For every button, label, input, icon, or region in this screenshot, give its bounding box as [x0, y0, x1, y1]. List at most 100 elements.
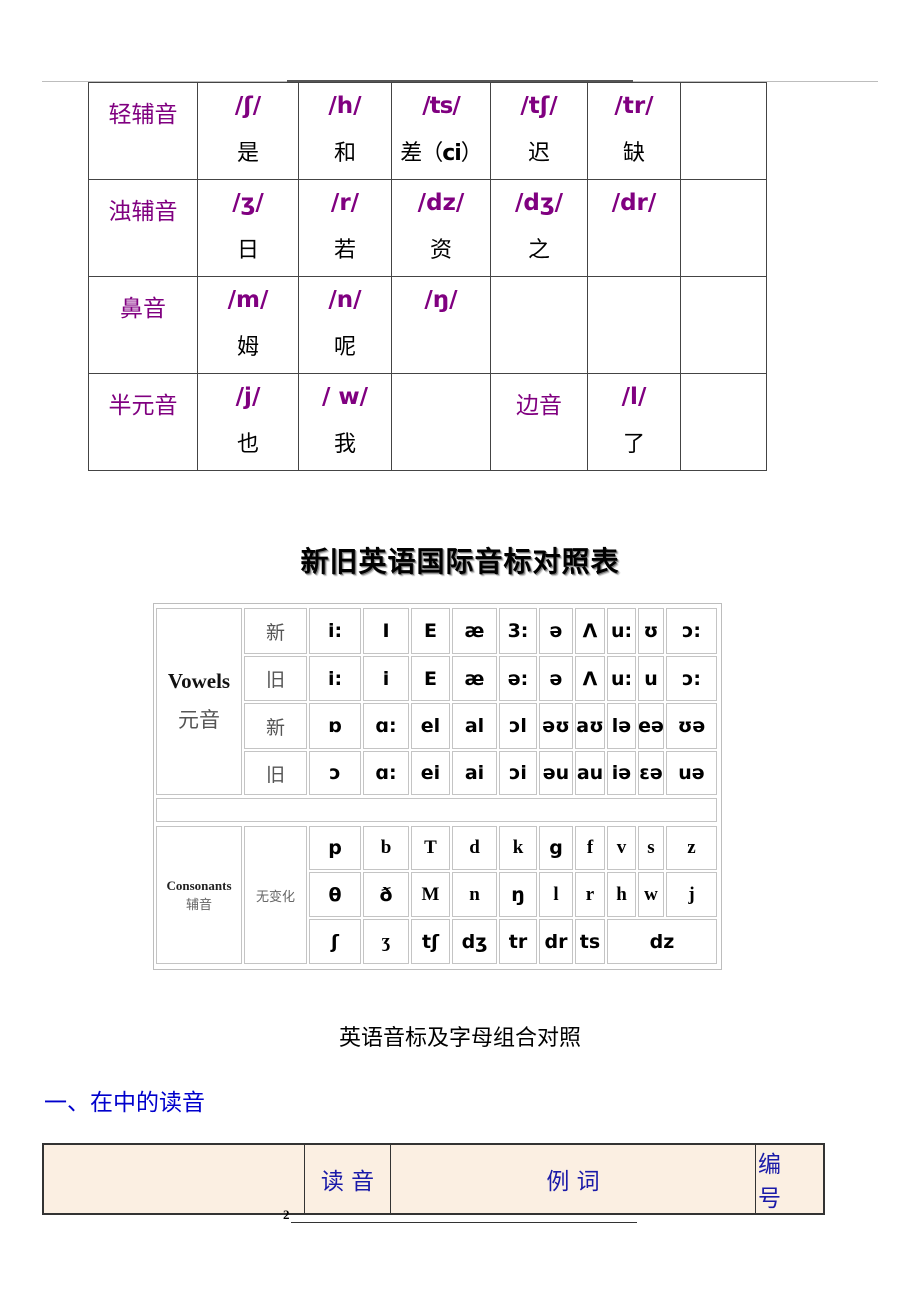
phonetic-symbol — [681, 277, 766, 325]
consonant-cell: /ʒ/日 — [197, 179, 299, 277]
consonant-symbol: d — [452, 826, 497, 870]
vowel-symbol: Λ — [575, 608, 605, 654]
consonant-category-cell: 鼻音 — [88, 276, 198, 374]
vowel-symbol: ə — [539, 608, 573, 654]
vowel-symbol: E — [411, 656, 450, 701]
example-character: 是 — [198, 131, 298, 167]
consonant-cell: /n/呢 — [298, 276, 392, 374]
example-character: 呢 — [299, 325, 391, 361]
phonetic-symbol: /r/ — [330, 190, 360, 216]
consonant-symbol: b — [363, 826, 409, 870]
words-header-examples: 例 词 — [390, 1143, 756, 1215]
consonant-category: 边音 — [516, 393, 562, 419]
vowel-symbol: u — [638, 656, 664, 701]
example-character: 姆 — [198, 325, 298, 361]
words-table: 读 音 例 词 编号 — [42, 1143, 825, 1215]
consonant-table: 轻辅音/ʃ/是/h/和/ts/差（ci）/tʃ/迟/tr/缺浊辅音/ʒ/日/r/… — [88, 82, 767, 471]
consonant-symbol: M — [411, 872, 450, 917]
old-label: 旧 — [244, 656, 307, 701]
consonant-row: 鼻音/m/姆/n/呢/ŋ/ — [88, 276, 767, 374]
consonant-cell — [680, 373, 767, 471]
consonant-symbol: v — [607, 826, 636, 870]
vowel-symbol: i — [363, 656, 409, 701]
consonant-cell: /tr/缺 — [587, 82, 681, 180]
words-table-header-row: 读 音 例 词 编号 — [42, 1143, 825, 1215]
vowel-symbol: al — [452, 703, 497, 749]
consonant-cell: /dr/ — [587, 179, 681, 277]
consonant-category-cell: 浊辅音 — [88, 179, 198, 277]
phonetic-symbol: /ŋ/ — [424, 287, 458, 313]
vowel-symbol: ɑ: — [363, 751, 409, 795]
example-text: 了 — [622, 432, 645, 457]
section-heading: 一、在中的读音 — [44, 1090, 205, 1116]
vowel-symbol: ɔi — [499, 751, 537, 795]
example-character — [392, 422, 490, 426]
consonant-category-cell: 半元音 — [88, 373, 198, 471]
phonetic-symbol: / w/ — [321, 384, 369, 410]
consonant-cell: /l/了 — [587, 373, 681, 471]
vowel-symbol: ei — [411, 751, 450, 795]
phonetic-symbol: /dʒ/ — [515, 190, 563, 216]
example-character — [491, 325, 587, 329]
example-text: 迟 — [527, 141, 550, 166]
phonetic-symbol — [588, 277, 680, 325]
consonant-row: 轻辅音/ʃ/是/h/和/ts/差（ci）/tʃ/迟/tr/缺 — [88, 82, 767, 180]
example-text: 缺 — [622, 141, 645, 166]
consonant-cell — [680, 179, 767, 277]
vowel-symbol: ɔ — [309, 751, 361, 795]
example-character: 差（ci） — [392, 131, 490, 167]
phonetic-symbol — [681, 83, 766, 131]
example-character — [681, 325, 766, 329]
consonants-label-zh: 辅音 — [185, 897, 212, 913]
consonant-symbol: ð — [363, 872, 409, 917]
words-header-blank — [42, 1143, 305, 1215]
consonant-cell: /m/姆 — [197, 276, 299, 374]
example-pinyin: ci — [442, 141, 462, 166]
phonetic-symbol: /n/ — [328, 287, 362, 313]
vowel-symbol: ə: — [499, 656, 537, 701]
consonant-cell: /dʒ/之 — [490, 179, 588, 277]
example-character — [588, 325, 680, 329]
words-header-pronunciation: 读 音 — [304, 1143, 391, 1215]
vowel-symbol: ɔl — [499, 703, 537, 749]
example-character — [681, 228, 766, 232]
example-text: 资 — [429, 238, 452, 263]
consonant-symbol: f — [575, 826, 605, 870]
consonant-cell: /ŋ/ — [391, 276, 491, 374]
no-change-label: 无变化 — [244, 826, 307, 964]
vowel-symbol: ɔ: — [666, 656, 717, 701]
vowel-symbol: ɛə — [638, 751, 664, 795]
vowel-symbol: I — [363, 608, 409, 654]
vowel-symbol: ɑ: — [363, 703, 409, 749]
consonant-symbol: l — [539, 872, 573, 917]
separator-row — [156, 798, 717, 822]
example-character: 资 — [392, 228, 490, 264]
example-character: 之 — [491, 228, 587, 264]
vowel-symbol: u: — [607, 608, 636, 654]
footer-rule — [291, 1222, 637, 1223]
example-character — [392, 325, 490, 329]
consonant-cell — [391, 373, 491, 471]
old-label: 旧 — [244, 751, 307, 795]
phonetic-symbol: /m/ — [227, 287, 269, 313]
consonant-symbol: dʒ — [452, 919, 497, 964]
phonetic-symbol — [491, 277, 587, 325]
consonant-symbol: h — [607, 872, 636, 917]
consonant-cell: 边音 — [490, 373, 588, 471]
consonant-cell — [490, 276, 588, 374]
phonetic-symbol — [681, 374, 766, 422]
vowel-symbol: lə — [607, 703, 636, 749]
consonant-symbol: z — [666, 826, 717, 870]
example-character — [681, 131, 766, 135]
consonant-row: 半元音/j/也 / w/我边音/l/了 — [88, 373, 767, 471]
vowel-symbol: au — [575, 751, 605, 795]
example-character — [681, 422, 766, 426]
example-character: 了 — [588, 422, 680, 458]
consonant-cell: /j/也 — [197, 373, 299, 471]
consonant-cell: /ts/差（ci） — [391, 82, 491, 180]
vowel-symbol: æ — [452, 608, 497, 654]
vowel-symbol: æ — [452, 656, 497, 701]
vowel-symbol: ɔ: — [666, 608, 717, 654]
vowel-symbol: ʊə — [666, 703, 717, 749]
phonetic-symbol: /tr/ — [614, 93, 654, 119]
